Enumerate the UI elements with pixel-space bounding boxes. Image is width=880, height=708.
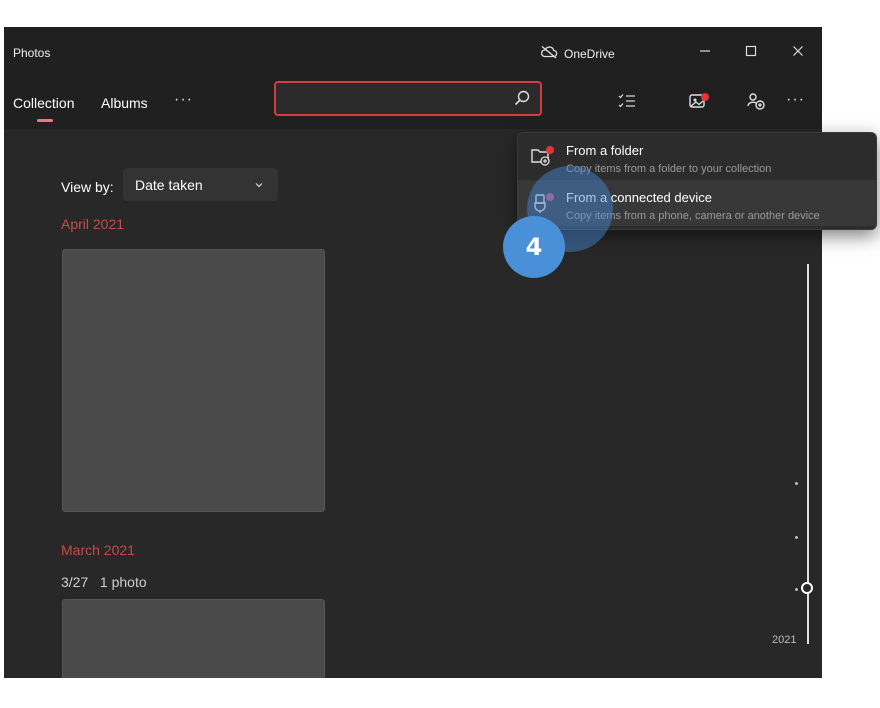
search-icon[interactable]: [514, 90, 530, 111]
maximize-button[interactable]: [737, 37, 765, 65]
close-button[interactable]: [784, 37, 812, 65]
timeline-year-label: 2021: [772, 634, 797, 646]
timeline-marker: [795, 482, 798, 485]
toolbar-more-button[interactable]: ···: [786, 91, 805, 109]
month-header: April 2021: [61, 216, 125, 232]
search-box[interactable]: [274, 81, 542, 116]
photo-thumbnail[interactable]: [62, 599, 325, 678]
checklist-icon: [618, 93, 636, 114]
nav-bar: Collection Albums ··· ···: [4, 79, 822, 129]
chevron-down-icon: [254, 177, 264, 195]
timeline-thumb[interactable]: [801, 582, 813, 594]
step-number-badge: 4: [503, 216, 565, 278]
select-button[interactable]: [616, 92, 638, 114]
photos-window: Photos OneDrive Collection Albums ··· ··…: [4, 27, 822, 678]
title-bar: Photos OneDrive: [4, 27, 822, 79]
nav-more-button[interactable]: ···: [174, 91, 193, 109]
onedrive-status[interactable]: OneDrive: [540, 45, 615, 62]
add-people-button[interactable]: [745, 92, 767, 114]
minimize-button[interactable]: [691, 37, 719, 65]
import-button[interactable]: [687, 92, 709, 114]
notification-dot: [701, 93, 709, 101]
menu-item-title: From a folder: [566, 143, 644, 158]
timeline-marker: [795, 588, 798, 591]
app-title: Photos: [13, 46, 51, 60]
viewby-value: Date taken: [135, 177, 203, 193]
date-group-info: 3/27 1 photo: [61, 574, 147, 590]
tab-albums[interactable]: Albums: [101, 95, 148, 111]
timeline-marker: [795, 536, 798, 539]
cloud-off-icon: [540, 45, 558, 62]
notification-dot: [546, 146, 554, 154]
photo-thumbnail[interactable]: [62, 249, 325, 512]
group-date: 3/27: [61, 574, 89, 590]
onedrive-label: OneDrive: [564, 46, 615, 61]
search-input[interactable]: [284, 89, 508, 111]
viewby-label: View by:: [61, 179, 114, 195]
month-header: March 2021: [61, 542, 135, 558]
group-count: 1 photo: [99, 574, 147, 590]
tab-collection[interactable]: Collection: [13, 95, 74, 111]
people-add-icon: [746, 91, 766, 116]
active-tab-indicator: [37, 119, 53, 122]
viewby-dropdown[interactable]: Date taken: [123, 168, 278, 201]
menu-item-subtitle: Copy items from a folder to your collect…: [566, 163, 772, 175]
